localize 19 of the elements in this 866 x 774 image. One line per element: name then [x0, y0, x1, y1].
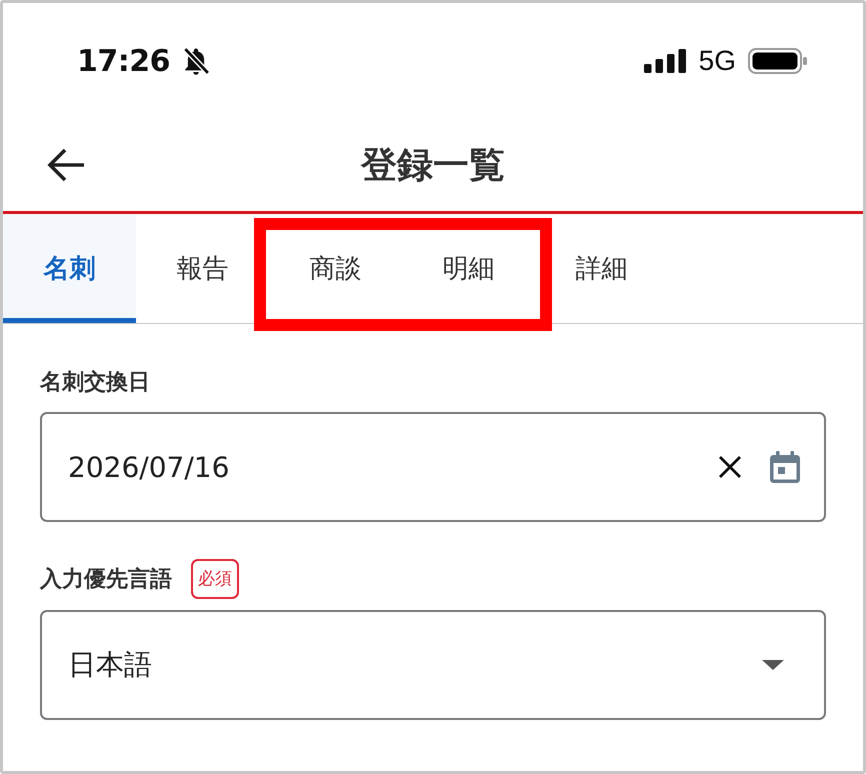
- page-title: 登録一覧: [361, 144, 505, 188]
- bell-slash-icon: [181, 46, 211, 76]
- battery-icon: [748, 48, 808, 74]
- network-label: 5G: [698, 45, 736, 77]
- field-value: 2026/07/16: [68, 450, 230, 484]
- date-field[interactable]: 2026/07/16: [40, 412, 826, 522]
- field-label: 入力優先言語: [40, 566, 172, 594]
- tab[interactable]: 名刺: [3, 214, 136, 323]
- arrow-left-icon: [47, 148, 85, 182]
- back-button[interactable]: [45, 146, 87, 184]
- field-label: 名刺交換日: [40, 368, 150, 397]
- required-badge: 必須: [191, 559, 239, 600]
- field-value: 日本語: [68, 647, 153, 684]
- calendar-icon[interactable]: [770, 451, 800, 483]
- clear-icon[interactable]: [718, 455, 742, 479]
- dropdown-caret-icon: [762, 660, 784, 670]
- signal-icon: [644, 49, 687, 73]
- status-time: 17:26: [77, 44, 170, 78]
- language-select[interactable]: 日本語: [40, 610, 826, 720]
